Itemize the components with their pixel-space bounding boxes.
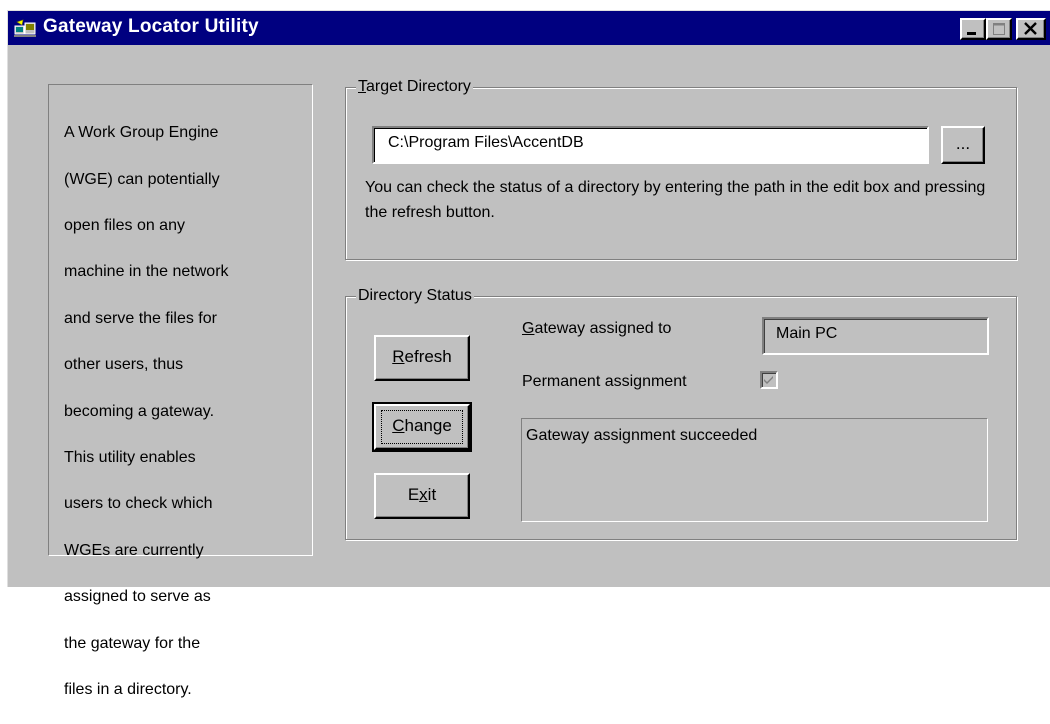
checkmark-icon <box>764 376 773 384</box>
description-text: A Work Group Engine (WGE) can potentiall… <box>64 98 304 724</box>
browse-button[interactable]: ... <box>941 126 985 164</box>
target-directory-group <box>345 87 1017 260</box>
window-title: Gateway Locator Utility <box>43 16 259 37</box>
app-icon <box>14 19 36 37</box>
accelerator-key: R <box>392 347 405 366</box>
permanent-assignment-label: Permanent assignment <box>522 373 687 390</box>
close-button[interactable] <box>1016 18 1046 40</box>
exit-button-label: it <box>427 485 437 504</box>
description-line: (WGE) can potentially <box>64 170 220 188</box>
gateway-assigned-value-field: Main PC <box>762 317 989 355</box>
gateway-assigned-value: Main PC <box>776 325 838 342</box>
title-bar[interactable]: Gateway Locator Utility <box>8 11 1050 45</box>
accelerator-key: T <box>358 78 366 95</box>
directory-status-label: Directory Status <box>356 287 474 305</box>
directory-path-value: C:\Program Files\AccentDB <box>388 134 584 151</box>
minimize-button[interactable] <box>960 18 986 40</box>
description-line: becoming a gateway. <box>64 402 215 420</box>
gateway-label-text: ateway assigned to <box>534 320 672 337</box>
directory-path-input[interactable]: C:\Program Files\AccentDB <box>372 126 929 164</box>
maximize-button[interactable] <box>986 18 1012 40</box>
description-line: and serve the files for <box>64 309 217 327</box>
description-line: users to check which <box>64 495 213 513</box>
description-line: A Work Group Engine <box>64 124 219 142</box>
status-message-box: Gateway assignment succeeded <box>521 418 988 522</box>
refresh-button-label: efresh <box>404 347 452 366</box>
accelerator-key: x <box>419 485 428 504</box>
directory-hint-text: You can check the status of a directory … <box>365 179 986 221</box>
description-line: This utility enables <box>64 449 196 467</box>
status-message: Gateway assignment succeeded <box>526 427 758 444</box>
browse-button-label: ... <box>955 134 971 153</box>
description-line: files in a directory. <box>64 681 192 699</box>
description-line: machine in the network <box>64 263 229 281</box>
exit-button[interactable]: Exit <box>374 473 470 519</box>
group-label-text: arget Directory <box>366 78 471 95</box>
change-button[interactable]: Change <box>372 402 472 452</box>
accelerator-key: G <box>522 320 535 337</box>
maximize-icon <box>993 23 1005 35</box>
close-icon <box>1024 22 1037 35</box>
description-line: WGEs are currently <box>64 541 204 559</box>
description-line: assigned to serve as <box>64 588 211 606</box>
description-line: open files on any <box>64 217 185 235</box>
description-line: the gateway for the <box>64 634 201 652</box>
target-directory-label: Target Directory <box>356 78 473 96</box>
gateway-assigned-label: Gateway assigned to <box>522 320 671 338</box>
refresh-button[interactable]: Refresh <box>374 335 470 381</box>
focus-rect <box>381 410 463 444</box>
exit-button-label: E <box>407 485 420 504</box>
permanent-assignment-checkbox[interactable] <box>760 371 778 389</box>
minimize-icon <box>967 32 976 35</box>
description-line: other users, thus <box>64 356 184 374</box>
